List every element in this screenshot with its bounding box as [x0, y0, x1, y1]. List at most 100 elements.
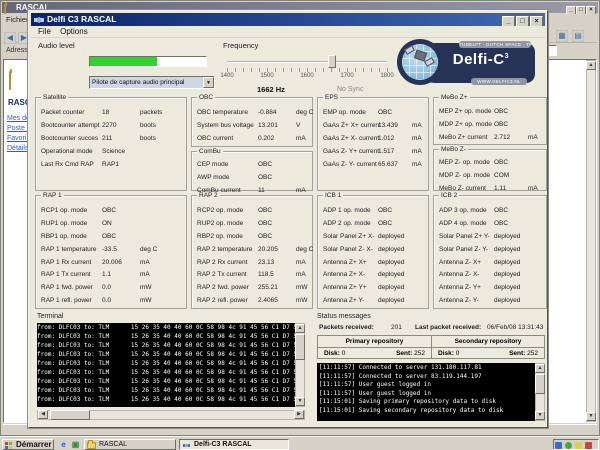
telemetry-value: OBC [258, 174, 272, 181]
telemetry-value: OBC [378, 109, 392, 116]
scroll-thumb[interactable] [535, 374, 545, 394]
telemetry-label: GaAs Z+ X+ current [323, 122, 381, 129]
views-icon[interactable]: ▦ [556, 30, 568, 42]
scroll-down-icon[interactable]: ▼ [535, 411, 545, 420]
telemetry-value: OBC [102, 233, 116, 240]
telemetry-value: 65.637 [378, 161, 398, 168]
logo-top-banner: TUDELFT · DUTCH SPACE · TNO [459, 41, 531, 48]
scroll-thumb[interactable] [295, 334, 305, 360]
telemetry-row: Antenna Z+ X-deployed [318, 269, 428, 282]
telemetry-value: deployed [494, 246, 520, 253]
telemetry-value: 1.1 [102, 271, 111, 278]
telemetry-row: ADP 1 op. modeOBC [318, 205, 428, 218]
scroll-left-icon[interactable]: ◀ [38, 410, 48, 419]
secondary-repo-header: Secondary repository [431, 336, 544, 348]
terminal-line: from: DLFC03 to: TLM 15 26 35 40 40 60 0… [37, 350, 295, 359]
chevron-down-icon[interactable]: ▼ [203, 77, 214, 88]
telemetry-row: Antenna Z- X+deployed [434, 257, 546, 270]
delfi-c3-logo: TUDELFT · DUTCH SPACE · TNO Delfi-C3 WWW… [397, 37, 535, 89]
folder-icon [87, 442, 96, 449]
app-titlebar[interactable]: Delfi C3 RASCAL _□× [31, 13, 545, 26]
telemetry-row: RUP1 op. modeON [36, 218, 186, 231]
telemetry-label: CEP mode [197, 161, 228, 168]
telemetry-value: 2270 [102, 122, 116, 129]
tick-label: 1600 [296, 73, 318, 79]
telemetry-value: 0.202 [258, 135, 274, 142]
group-title: OBC [197, 94, 215, 101]
telemetry-value: deployed [494, 233, 520, 240]
telemetry-label: System bus voltage [197, 122, 254, 129]
telemetry-row: RBP1 op. modeOBC [36, 231, 186, 244]
audio-device-combobox[interactable]: Pilote de capture audio principal ▼ [89, 76, 215, 89]
taskbar-button-delfi[interactable]: Delfi-C3 RASCAL [179, 439, 289, 450]
audio-section: Audio level Pilote de capture audio prin… [35, 39, 217, 97]
terminal-line: from: DLFC03 to: TLM 15 26 35 40 40 60 0… [37, 395, 295, 404]
telemetry-label: Solar Panel Z+ Y- [439, 233, 490, 240]
telemetry-label: ADP 1 op. mode [323, 207, 371, 214]
telemetry-value: OBC [258, 207, 272, 214]
bg-scrollbar[interactable]: ▲ ▼ [586, 60, 596, 422]
telemetry-row: Operational modeScience [36, 146, 186, 159]
globe-icon [397, 39, 443, 85]
terminal-line: from: DLFC03 to: TLM 15 26 35 40 40 60 0… [37, 332, 295, 341]
menu-options[interactable]: Options [60, 27, 88, 36]
telemetry-value: 1.11 [494, 185, 506, 192]
scroll-up-icon[interactable]: ▲ [295, 324, 305, 333]
tray-app-icon[interactable] [585, 442, 592, 449]
audio-device-value: Pilote de capture audio principal [92, 79, 185, 86]
desktop-quicklaunch-icon[interactable]: ▣ [70, 439, 81, 450]
telemetry-unit: packets [140, 109, 162, 116]
terminal-hscrollbar[interactable]: ◀ ▶ [37, 410, 305, 420]
telemetry-label: Antenna Z+ Y+ [323, 284, 367, 291]
scroll-up-icon[interactable]: ▲ [586, 61, 596, 70]
tray-volume-icon[interactable] [575, 442, 582, 449]
menu-file[interactable]: File [38, 27, 51, 36]
last-packet-label: Last packet received: [415, 324, 481, 331]
telemetry-label: MEP Z- op. mode [439, 159, 490, 166]
status-log-scrollbar[interactable]: ▲ ▼ [535, 363, 545, 421]
telemetry-label: RAP 2 Rx current [197, 259, 247, 266]
tray-network-icon[interactable] [555, 442, 562, 449]
scroll-down-icon[interactable]: ▼ [295, 397, 305, 406]
tray-status-icon[interactable] [565, 442, 572, 449]
taskbar-button-rascal[interactable]: RASCAL [84, 439, 176, 450]
telemetry-row: EMP op. modeOBC [318, 107, 428, 120]
telemetry-unit: deg C [296, 246, 313, 253]
audio-level-label: Audio level [38, 41, 75, 50]
telemetry-value: OBC [494, 108, 508, 115]
scroll-thumb[interactable] [50, 410, 90, 420]
icb1-group: ICB 1 ADP 1 op. modeOBCADP 2 op. modeOBC… [317, 195, 429, 309]
telemetry-value: 1.517 [378, 148, 394, 155]
group-title: MeBo Z+ [439, 94, 470, 101]
app-icon [182, 442, 191, 449]
telemetry-value: OBC [258, 161, 272, 168]
telemetry-value: 2.712 [494, 134, 510, 141]
ie-quicklaunch-icon[interactable]: e [58, 439, 69, 450]
tick-label: 1400 [216, 73, 238, 79]
telemetry-label: ADP 2 op. mode [323, 220, 371, 227]
frequency-slider-thumb[interactable] [328, 55, 336, 68]
telemetry-label: Packet counter [41, 109, 84, 116]
telemetry-row: MDP Z- op. modeCOM [434, 170, 546, 183]
telemetry-unit: mA [296, 271, 306, 278]
frequency-tick-labels: 1400 1500 1600 1700 1800 [221, 73, 393, 81]
telemetry-row: RAP 1 refl. power0.0mW [36, 295, 186, 308]
start-button[interactable]: Démarrer [2, 439, 54, 450]
terminal-vscrollbar[interactable]: ▲ ▼ [295, 323, 305, 407]
telemetry-value: -33.5 [102, 246, 117, 253]
telemetry-value: OBC [494, 159, 508, 166]
terminal-line: from: DLFC03 to: TLM 15 26 35 40 40 60 0… [37, 368, 295, 377]
frequency-slider-rail[interactable] [227, 61, 387, 63]
back-icon[interactable]: ◀ [4, 32, 16, 44]
folders-icon[interactable]: ▤ [572, 30, 584, 42]
telemetry-value: deployed [494, 297, 520, 304]
telemetry-row: Last Rx Cmd RAPRAP1 [36, 159, 186, 172]
secondary-repo-row: Disk: 0 Sent: 252 [431, 348, 544, 359]
scroll-up-icon[interactable]: ▲ [535, 364, 545, 373]
folder-icon[interactable] [9, 71, 11, 90]
telemetry-label: Antenna Z- X+ [439, 259, 481, 266]
scroll-right-icon[interactable]: ▶ [294, 410, 304, 419]
telemetry-label: Bootcounter attempt [41, 122, 100, 129]
scroll-down-icon[interactable]: ▼ [586, 412, 596, 421]
telemetry-unit: mA [296, 259, 306, 266]
